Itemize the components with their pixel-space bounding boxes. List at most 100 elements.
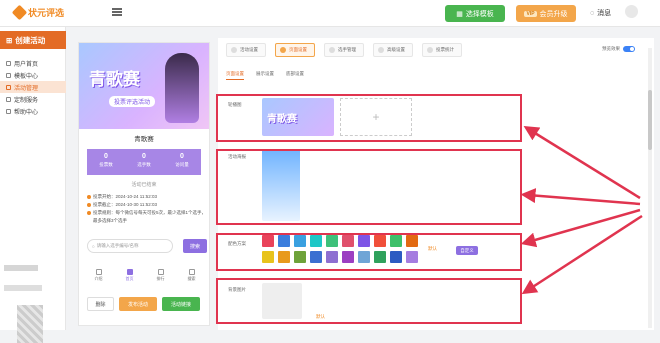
info-row: 投票规则：每个微信号每天可投5次，最少选择1个选手，最多选择3个选手 [87, 209, 207, 225]
stat-value: 0 [142, 153, 146, 160]
activity-icon [6, 84, 11, 90]
contestant-search: ○ 请输入选手编号/名称 搜索 [87, 239, 207, 253]
template-icon [6, 72, 11, 78]
activity-actions: 删除 发布活动 活动链接 [87, 297, 207, 311]
step-icon [231, 47, 237, 53]
app-logo[interactable]: 状元评选 [11, 4, 64, 21]
user-avatar[interactable] [625, 5, 638, 18]
preview-switch[interactable] [623, 46, 635, 52]
stat-value: 0 [104, 153, 108, 160]
stat-contestants: 0 选手数 [125, 149, 163, 175]
delete-button[interactable]: 删除 [87, 297, 114, 311]
settings-steps: 活动设置 页面设置 选手管理 高级设置 投票统计 [226, 43, 462, 57]
tab-ranking[interactable]: 排行 [157, 269, 165, 285]
stat-label: 访问量 [175, 162, 189, 167]
tab-label: 首页 [125, 276, 134, 281]
activity-link-button[interactable]: 活动链接 [162, 297, 200, 311]
preview-toggle[interactable]: 预览效果 [602, 46, 635, 52]
step-vote-statistics[interactable]: 投票统计 [422, 43, 462, 57]
bullet-icon [87, 211, 91, 215]
menu-toggle-icon[interactable] [112, 8, 122, 16]
highlight-box-poster [216, 149, 522, 225]
publish-activity-button[interactable]: 发布活动 [119, 297, 157, 311]
vip-upgrade-label: 会员升级 [539, 10, 568, 18]
activity-banner: 青歌赛 投票评选活动 [79, 43, 209, 129]
info-row: 投票截止：2024-10-30 11:52:03 [87, 201, 207, 209]
vote-rules: 投票规则：每个微信号每天可投5次，最少选择1个选手，最多选择3个选手 [93, 210, 207, 223]
intro-icon [95, 269, 102, 275]
create-activity-label: 创建活动 [15, 35, 46, 45]
bullet-icon [87, 203, 91, 207]
step-advanced-settings[interactable]: 高级设置 [373, 43, 413, 57]
tab-intro[interactable]: 介绍 [95, 269, 103, 285]
subtab-display-settings[interactable]: 展示设置 [256, 71, 274, 80]
top-header: 状元评选 ▦ 选择模板 VIP 会员升级 ◌ 消息 [0, 0, 660, 27]
select-template-label: 选择模板 [465, 10, 494, 18]
step-label: 选手管理 [338, 47, 356, 52]
sidebar-item-label: 用户首页 [14, 61, 39, 68]
subtab-page-settings[interactable]: 页面设置 [226, 71, 244, 80]
sidebar-nav: 用户首页 模板中心 活动管理 定制服务 帮助中心 [0, 57, 66, 117]
sidebar-item-help-center[interactable]: 帮助中心 [0, 105, 66, 117]
tab-label: 搜索 [187, 276, 196, 281]
create-icon: ⊞ [6, 35, 13, 45]
help-icon [6, 108, 11, 114]
vip-badge: VIP [524, 10, 537, 17]
tab-home[interactable]: 首页 [126, 269, 134, 285]
tab-label: 介绍 [94, 276, 103, 281]
sidebar-item-custom-service[interactable]: 定制服务 [0, 93, 66, 105]
step-label: 投票统计 [436, 47, 454, 52]
sidebar-item-user-home[interactable]: 用户首页 [0, 57, 66, 69]
service-icon [6, 96, 11, 102]
step-label: 高级设置 [387, 47, 405, 52]
logo-icon [11, 4, 28, 21]
ranking-icon [157, 269, 164, 275]
stat-value: 0 [180, 153, 184, 160]
bullet-icon [87, 195, 91, 199]
messages-link[interactable]: ◌ 消息 [590, 8, 611, 18]
mobile-tabbar: 介绍 首页 排行 搜索 [83, 269, 207, 285]
scrollbar-thumb[interactable] [648, 90, 652, 150]
vote-start: 投票开始：2024-10-24 11:52:03 [93, 194, 157, 199]
step-icon [427, 47, 433, 53]
subtab-footer-settings[interactable]: 底部设置 [286, 71, 304, 80]
banner-title: 青歌赛 [89, 70, 140, 89]
mobile-preview: 青歌赛 投票评选活动 青歌赛 0 投票数 0 选手数 0 访问量 活动已结束 投票开始… [78, 42, 210, 326]
template-icon: ▦ [456, 10, 463, 18]
sidebar-item-activity-management[interactable]: 活动管理 [0, 81, 66, 93]
singer-image [165, 53, 199, 123]
tab-label: 排行 [156, 276, 165, 281]
info-row: 投票开始：2024-10-24 11:52:03 [87, 193, 207, 201]
blurred-qr-code [17, 305, 43, 343]
step-contestant-management[interactable]: 选手管理 [324, 43, 364, 57]
highlight-box-carousel [216, 94, 522, 142]
step-icon [378, 47, 384, 53]
sidebar-item-label: 活动管理 [14, 85, 39, 92]
vote-end: 投票截止：2024-10-30 11:52:03 [93, 202, 157, 207]
step-label: 活动设置 [240, 47, 258, 52]
banner-subtitle: 投票评选活动 [109, 96, 156, 107]
search-icon [188, 269, 195, 275]
search-button[interactable]: 搜索 [183, 239, 207, 253]
step-activity-settings[interactable]: 活动设置 [226, 43, 266, 57]
search-icon: ○ [92, 243, 95, 249]
blurred-contact-1 [4, 265, 38, 271]
messages-label: 消息 [597, 10, 612, 17]
preview-label: 预览效果 [602, 46, 620, 51]
stat-label: 投票数 [99, 162, 113, 167]
vip-upgrade-button[interactable]: VIP 会员升级 [516, 5, 576, 22]
sidebar-item-label: 定制服务 [14, 97, 39, 104]
select-template-button[interactable]: ▦ 选择模板 [445, 5, 505, 22]
home-icon [6, 60, 11, 66]
stat-votes: 0 投票数 [87, 149, 125, 175]
sidebar-item-template-center[interactable]: 模板中心 [0, 69, 66, 81]
search-placeholder: 请输入选手编号/名称 [96, 243, 139, 248]
page-subtabs: 页面设置 展示设置 底部设置 [226, 71, 304, 80]
tab-search[interactable]: 搜索 [188, 269, 196, 285]
step-page-settings[interactable]: 页面设置 [275, 43, 315, 57]
sidebar-item-label: 模板中心 [14, 73, 39, 80]
search-input[interactable]: ○ 请输入选手编号/名称 [87, 239, 173, 253]
blurred-contact-2 [4, 285, 42, 291]
create-activity-button[interactable]: ⊞ 创建活动 [0, 31, 66, 49]
stats-panel: 0 投票数 0 选手数 0 访问量 [87, 149, 201, 175]
